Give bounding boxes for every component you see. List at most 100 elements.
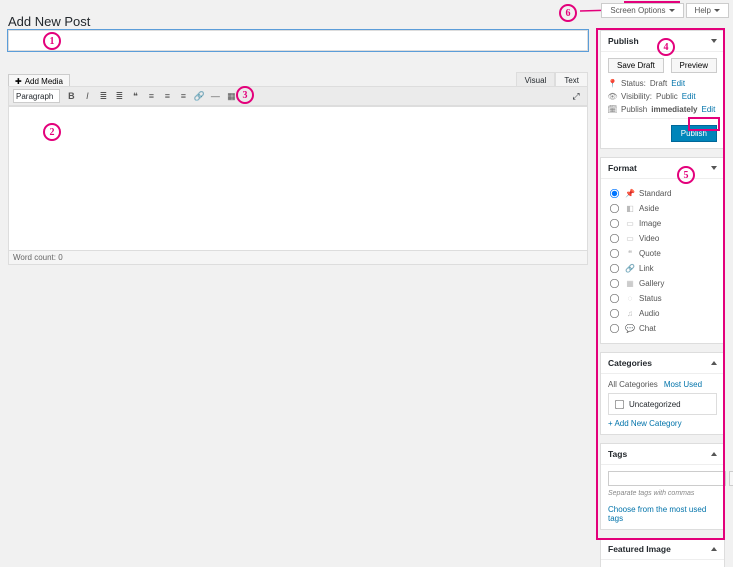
fullscreen-btn[interactable]: ⤢ — [569, 89, 583, 103]
block-format-select[interactable]: Paragraph — [13, 89, 60, 103]
schedule-row: 🗓 Publish immediately Edit — [608, 105, 717, 114]
link-icon: 🔗 — [625, 264, 635, 274]
format-label: Chat — [639, 324, 656, 333]
add-new-category-link[interactable]: + Add New Category — [608, 419, 682, 428]
format-radio-video[interactable] — [610, 234, 619, 243]
block-format-label: Paragraph — [16, 92, 53, 101]
post-status-row: 📍 Status: Draft Edit — [608, 79, 717, 88]
preview-button[interactable]: Preview — [671, 58, 717, 73]
italic-btn[interactable]: I — [80, 89, 94, 103]
save-draft-button[interactable]: Save Draft — [608, 58, 664, 73]
image-icon: ▭ — [625, 219, 635, 229]
format-radio-chat[interactable] — [610, 324, 619, 333]
visibility-row: 👁 Visibility: Public Edit — [608, 92, 717, 101]
cat-tab-all[interactable]: All Categories — [608, 380, 658, 389]
align-right-btn[interactable]: ≡ — [176, 89, 190, 103]
schedule-value: immediately — [651, 105, 697, 114]
format-title: Format — [608, 163, 637, 173]
format-label: Status — [639, 294, 662, 303]
help-tab[interactable]: Help — [686, 3, 729, 18]
annotation-6: 6 — [559, 4, 577, 22]
publish-button[interactable]: Publish — [671, 125, 717, 142]
edit-visibility-link[interactable]: Edit — [682, 92, 696, 101]
chat-icon: 💬 — [625, 324, 635, 334]
blockquote-btn[interactable]: ❝ — [128, 89, 142, 103]
format-option-status[interactable]: ◌ Status — [608, 292, 717, 305]
format-option-video[interactable]: ▭Video — [608, 232, 717, 245]
screen-options-tab[interactable]: Screen Options — [601, 3, 683, 18]
list-ul-btn[interactable]: ≣ — [96, 89, 110, 103]
format-option-aside[interactable]: ◧Aside — [608, 202, 717, 215]
edit-schedule-link[interactable]: Edit — [702, 105, 716, 114]
format-radio-status[interactable] — [610, 294, 619, 303]
edit-status-link[interactable]: Edit — [671, 79, 685, 88]
categories-panel-header[interactable]: Categories — [601, 353, 724, 374]
status-label: Status: — [621, 79, 646, 88]
format-option-chat[interactable]: 💬 Chat — [608, 322, 717, 335]
editor-toolbar: Paragraph BI≣≣❝≡≡≡🔗—▦ ⤢ — [8, 86, 588, 106]
bold-btn[interactable]: B — [64, 89, 78, 103]
format-option-image[interactable]: ▭ Image — [608, 217, 717, 230]
audio-icon: ♫ — [625, 309, 635, 319]
format-radio-audio[interactable] — [610, 309, 619, 318]
featured-image-panel-header[interactable]: Featured Image — [601, 539, 724, 560]
format-radio-quote[interactable] — [610, 249, 619, 258]
link-btn[interactable]: 🔗 — [192, 89, 206, 103]
align-left-btn[interactable]: ≡ — [144, 89, 158, 103]
category-list: Uncategorized — [608, 393, 717, 415]
format-radio-image[interactable] — [610, 219, 619, 228]
format-option-link[interactable]: 🔗Link — [608, 262, 717, 275]
format-label: Image — [639, 219, 661, 228]
featured-image-panel: Featured Image Set featured image — [600, 538, 725, 567]
pin-icon: 📍 — [608, 79, 617, 88]
tag-input[interactable] — [608, 471, 726, 486]
gallery-icon: ▦ — [625, 279, 635, 289]
format-label: Standard — [639, 189, 671, 198]
help-label: Help — [695, 6, 711, 15]
chevron-down-icon — [669, 9, 675, 12]
choose-tags-link[interactable]: Choose from the most used tags — [608, 505, 706, 523]
post-title-input[interactable] — [8, 30, 588, 51]
format-radio-gallery[interactable] — [610, 279, 619, 288]
categories-panel: Categories All Categories Most Used Unca… — [600, 352, 725, 435]
publish-panel-header[interactable]: Publish — [601, 31, 724, 52]
format-panel-header[interactable]: Format — [601, 158, 724, 179]
camera-icon: ✚ — [15, 77, 22, 86]
align-center-btn[interactable]: ≡ — [160, 89, 174, 103]
tags-title: Tags — [608, 449, 627, 459]
chevron-up-icon — [711, 547, 717, 551]
format-radio-standard[interactable] — [610, 189, 619, 198]
format-option-quote[interactable]: ❝ Quote — [608, 247, 717, 260]
post-content-editor[interactable] — [8, 106, 588, 251]
format-option-standard[interactable]: 📌 Standard — [608, 187, 717, 200]
toolbar-toggle-btn[interactable]: ▦ — [224, 89, 238, 103]
format-label: Aside — [639, 204, 659, 213]
format-option-audio[interactable]: ♫Audio — [608, 307, 717, 320]
tags-panel-header[interactable]: Tags — [601, 444, 724, 465]
schedule-label: Publish — [621, 105, 647, 114]
publish-panel: Publish Save Draft Preview 📍 Status: Dra… — [600, 30, 725, 149]
cat-tab-most-used[interactable]: Most Used — [664, 380, 702, 389]
format-label: Quote — [639, 249, 661, 258]
chevron-down-icon — [714, 9, 720, 12]
tags-hint: Separate tags with commas — [608, 490, 717, 497]
status-icon: ◌ — [625, 294, 635, 304]
category-checkbox[interactable] — [615, 400, 624, 409]
visibility-value: Public — [656, 92, 678, 101]
format-label: Gallery — [639, 279, 664, 288]
post-title-wrap — [8, 30, 588, 51]
format-radio-link[interactable] — [610, 264, 619, 273]
editor-status-bar: Word count: 0 — [8, 251, 588, 265]
add-tag-button[interactable]: Add — [729, 471, 733, 486]
quote-icon: ❝ — [625, 249, 635, 259]
list-ol-btn[interactable]: ≣ — [112, 89, 126, 103]
format-label: Video — [639, 234, 659, 243]
category-item[interactable]: Uncategorized — [613, 398, 712, 411]
page-title: Add New Post — [8, 14, 90, 29]
standard-icon: 📌 — [625, 189, 635, 199]
format-radio-aside[interactable] — [610, 204, 619, 213]
categories-title: Categories — [608, 358, 652, 368]
publish-title: Publish — [608, 36, 639, 46]
more-btn[interactable]: — — [208, 89, 222, 103]
format-option-gallery[interactable]: ▦ Gallery — [608, 277, 717, 290]
